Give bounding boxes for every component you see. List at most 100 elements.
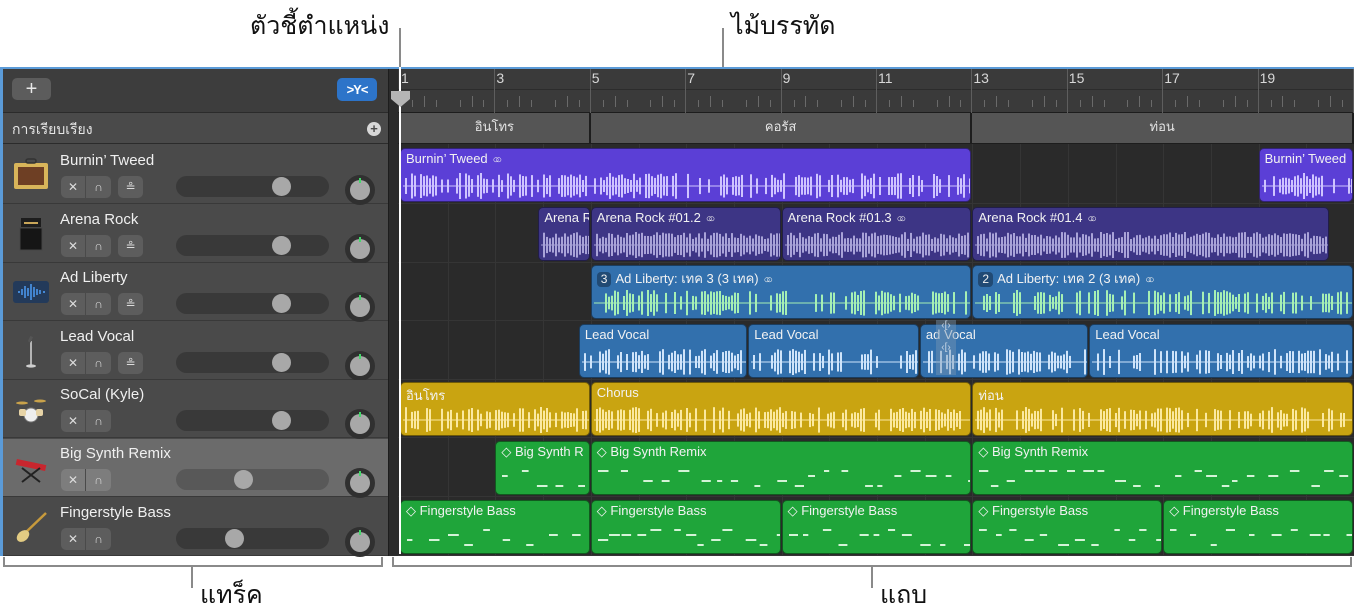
- headphones-button[interactable]: ∩: [86, 293, 111, 316]
- ruler-beat-tick: [888, 100, 890, 107]
- region[interactable]: Arena Rock #01.4 ○○: [972, 206, 1330, 261]
- mute-button[interactable]: ✕: [61, 293, 86, 316]
- volume-slider-thumb[interactable]: [271, 177, 291, 196]
- track-lane[interactable]: 3 Ad Liberty: เทค 3 (3 เทค) ○○ 2 Ad Liberty:…: [398, 263, 1354, 322]
- track-lane[interactable]: ◇ Fingerstyle Bass ◇ Fingerstyle Bass ◇ Fi…: [398, 498, 1354, 556]
- region-title: ◇ Fingerstyle Bass: [597, 503, 707, 519]
- mute-button[interactable]: ✕: [61, 351, 86, 374]
- headphones-button[interactable]: ∩: [86, 234, 111, 257]
- ruler-beat-tick: [1198, 100, 1200, 107]
- headphones-button[interactable]: ∩: [86, 469, 111, 491]
- region[interactable]: ◇ Big Synth Remix: [972, 441, 1353, 495]
- region[interactable]: Burnin’ Tweed ○○: [400, 148, 972, 202]
- track-lane[interactable]: Arena R Arena Rock #01.2 ○○ Arena Rock #01.…: [398, 205, 1354, 263]
- add-section-button[interactable]: +: [367, 122, 381, 136]
- panel-divider[interactable]: [388, 69, 398, 556]
- region-name: Lead Vocal: [754, 326, 819, 342]
- track-header[interactable]: Ad Liberty ✕ ∩ ≗: [3, 263, 388, 323]
- record-enable-button[interactable]: ≗: [118, 293, 143, 316]
- mute-button[interactable]: ✕: [61, 410, 86, 433]
- track-lane[interactable]: ◇ Big Synth R ◇ Big Synth Remix ◇ Big Synt…: [398, 439, 1354, 497]
- region[interactable]: ท่อน: [972, 382, 1353, 437]
- record-enable-button[interactable]: ≗: [118, 176, 143, 198]
- region[interactable]: ◇ Fingerstyle Bass: [590, 499, 781, 554]
- track-header[interactable]: Burnin’ Tweed ✕ ∩ ≗: [3, 146, 388, 205]
- pan-knob[interactable]: [345, 350, 375, 381]
- region[interactable]: ◇ Big Synth R: [495, 441, 590, 495]
- ruler-bar-line: [1162, 69, 1164, 113]
- region[interactable]: ◇ Big Synth Remix: [590, 441, 972, 495]
- region[interactable]: Burnin’ Tweed: [1258, 148, 1353, 202]
- ruler-bar-line: [971, 69, 973, 113]
- mute-button[interactable]: ✕: [61, 176, 86, 198]
- volume-slider[interactable]: [176, 527, 329, 549]
- pan-knob[interactable]: [345, 233, 375, 264]
- ruler-beat-tick: [662, 96, 664, 107]
- volume-slider-thumb[interactable]: [271, 352, 291, 372]
- headphones-icon: ∩: [94, 238, 103, 253]
- pan-knob[interactable]: [345, 526, 375, 557]
- ruler-beat-tick: [1079, 100, 1081, 107]
- arrangement-section[interactable]: ท่อน: [972, 113, 1354, 143]
- volume-slider-thumb[interactable]: [271, 294, 291, 314]
- ruler-beat-tick: [853, 96, 855, 107]
- region[interactable]: ◇ Fingerstyle Bass: [1163, 499, 1353, 554]
- volume-slider[interactable]: [176, 234, 329, 256]
- region[interactable]: ◇ Fingerstyle Bass: [400, 499, 590, 554]
- headphones-button[interactable]: ∩: [86, 410, 111, 433]
- track-header[interactable]: Fingerstyle Bass ✕ ∩: [3, 497, 388, 557]
- region[interactable]: Lead Vocal: [578, 323, 748, 378]
- volume-slider[interactable]: [176, 293, 329, 315]
- region[interactable]: Lead Vocal: [748, 323, 919, 378]
- volume-slider[interactable]: [176, 469, 329, 490]
- pan-knob[interactable]: [345, 468, 375, 498]
- ruler[interactable]: 1 3 5 7 9 11 13 15 17 19: [398, 69, 1354, 113]
- volume-slider-thumb[interactable]: [271, 411, 291, 431]
- playhead[interactable]: [399, 67, 401, 554]
- pan-knob[interactable]: [345, 409, 375, 440]
- track-lane[interactable]: Lead Vocal Lead Vocal ad Vocal Lead Vocal: [398, 322, 1354, 380]
- volume-slider[interactable]: [176, 410, 329, 432]
- take-number-badge[interactable]: 2: [978, 272, 994, 288]
- ruler-beat-tick: [507, 100, 509, 107]
- region[interactable]: 3 Ad Liberty: เทค 3 (3 เทค) ○○: [590, 265, 972, 320]
- track-header[interactable]: Lead Vocal ✕ ∩ ≗: [3, 321, 388, 381]
- region[interactable]: Arena R: [538, 206, 590, 261]
- volume-slider-thumb[interactable]: [233, 470, 253, 489]
- track-name: Ad Liberty: [60, 269, 128, 287]
- track-header[interactable]: Big Synth Remix ✕ ∩: [3, 439, 388, 498]
- volume-slider-thumb[interactable]: [224, 528, 244, 548]
- track-lane[interactable]: อินโทร Chorus ท่อน: [398, 380, 1354, 439]
- mute-button[interactable]: ✕: [61, 234, 86, 257]
- mute-button[interactable]: ✕: [61, 469, 86, 491]
- region[interactable]: Arena Rock #01.3 ○○: [781, 206, 972, 261]
- mute-button[interactable]: ✕: [61, 527, 86, 550]
- headphones-button[interactable]: ∩: [86, 351, 111, 374]
- volume-slider-thumb[interactable]: [271, 235, 291, 255]
- volume-slider[interactable]: [176, 351, 329, 373]
- region[interactable]: ◇ Fingerstyle Bass: [972, 499, 1163, 554]
- track-filter-button[interactable]: >Y<: [337, 78, 377, 101]
- volume-slider[interactable]: [176, 176, 329, 197]
- region[interactable]: อินโทร: [400, 382, 590, 437]
- arrangement-section[interactable]: คอรัส: [590, 113, 973, 143]
- region[interactable]: 2 Ad Liberty: เทค 2 (3 เทค) ○○: [972, 265, 1353, 320]
- record-enable-button[interactable]: ≗: [118, 351, 143, 374]
- headphones-button[interactable]: ∩: [86, 176, 111, 198]
- arrangement-section[interactable]: อินโทร: [400, 113, 591, 143]
- headphones-button[interactable]: ∩: [86, 527, 111, 550]
- region[interactable]: Arena Rock #01.2 ○○: [590, 206, 781, 261]
- region[interactable]: ◇ Fingerstyle Bass: [781, 499, 972, 554]
- region[interactable]: Lead Vocal: [1089, 323, 1353, 378]
- pan-knob[interactable]: [345, 175, 375, 205]
- track-header[interactable]: SoCal (Kyle) ✕ ∩: [3, 380, 388, 440]
- region[interactable]: Chorus: [590, 382, 972, 437]
- record-enable-button[interactable]: ≗: [118, 234, 143, 257]
- take-number-badge[interactable]: 3: [596, 272, 612, 288]
- add-track-button[interactable]: +: [12, 78, 51, 100]
- playhead-handle-icon[interactable]: [390, 90, 411, 108]
- track-lane[interactable]: Burnin’ Tweed ○○ Burnin’ Tweed: [398, 146, 1354, 204]
- track-header[interactable]: Arena Rock ✕ ∩ ≗: [3, 204, 388, 264]
- pan-knob[interactable]: [345, 292, 375, 323]
- ruler-beat-tick: [698, 100, 700, 107]
